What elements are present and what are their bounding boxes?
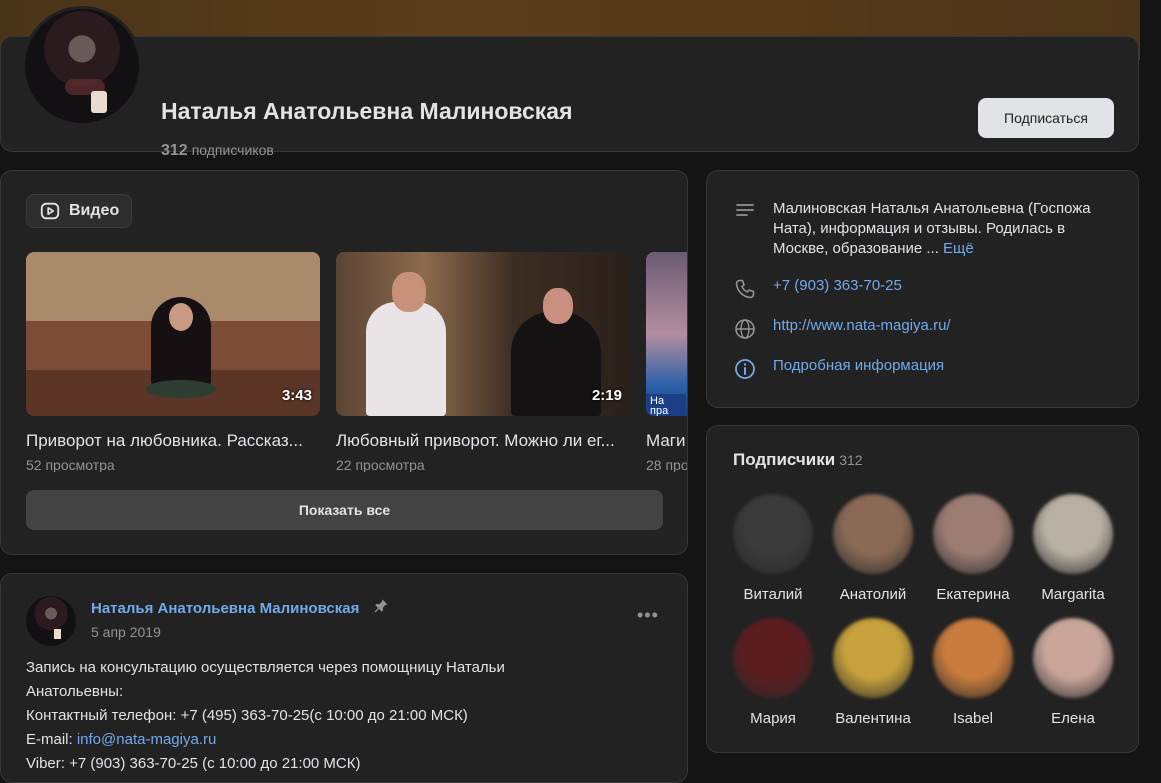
- video-thumbnail[interactable]: 2:19: [336, 252, 630, 416]
- email-link[interactable]: info@nata-magiya.ru: [77, 731, 216, 748]
- info-icon: [735, 359, 755, 379]
- phone-link[interactable]: +7 (903) 363-70-25: [773, 277, 902, 294]
- thumbnail-figure: [511, 288, 601, 416]
- follower-item[interactable]: Валентина: [825, 618, 921, 727]
- thumbnail-face: [169, 303, 193, 331]
- pin-icon: [374, 599, 388, 613]
- description-body: Малиновская Наталья Анатольевна (Госпожа…: [773, 200, 1091, 257]
- follower-name[interactable]: Isabel: [925, 710, 1021, 727]
- follower-avatar[interactable]: [733, 494, 813, 574]
- video-carousel: 3:43 Приворот на любовника. Рассказ... 5…: [26, 252, 688, 472]
- follower-avatar[interactable]: [1033, 618, 1113, 698]
- video-icon: [40, 202, 60, 220]
- follower-item[interactable]: Виталий: [725, 494, 821, 603]
- thumbnail-face: [392, 272, 426, 312]
- website-link[interactable]: http://www.nata-magiya.ru/: [773, 317, 951, 334]
- follower-item[interactable]: Мария: [725, 618, 821, 727]
- follower-avatar[interactable]: [833, 618, 913, 698]
- avatar-candle: [91, 91, 107, 113]
- post-author-avatar[interactable]: [26, 596, 76, 646]
- video-views: 22 просмотра: [336, 457, 425, 472]
- follower-item[interactable]: Margarita: [1025, 494, 1121, 603]
- post-email-line: E-mail: info@nata-magiya.ru: [26, 728, 666, 752]
- followers-title[interactable]: Подписчики 312: [733, 450, 863, 470]
- post-line: Viber: +7 (903) 363-70-25 (с 10:00 до 21…: [26, 755, 361, 772]
- email-label: E-mail:: [26, 731, 77, 748]
- follower-name[interactable]: Margarita: [1025, 586, 1121, 603]
- description-text: Малиновская Наталья Анатольевна (Госпожа…: [773, 199, 1093, 259]
- post-date[interactable]: 5 апр 2019: [91, 624, 161, 640]
- follower-avatar[interactable]: [1033, 494, 1113, 574]
- video-duration: 2:19: [591, 387, 622, 404]
- video-item[interactable]: 2:19 Любовный приворот. Можно ли ег... 2…: [336, 252, 630, 472]
- follower-name[interactable]: Екатерина: [925, 586, 1021, 603]
- follower-item[interactable]: Елена: [1025, 618, 1121, 727]
- more-options-icon[interactable]: •••: [637, 606, 659, 624]
- follower-avatar[interactable]: [933, 618, 1013, 698]
- videos-section: Видео 3:43 Приворот на любовника. Расска…: [0, 170, 688, 555]
- profile-name: Наталья Анатольевна Малиновская: [161, 98, 573, 124]
- follower-name[interactable]: Анатолий: [825, 586, 921, 603]
- subscribers-summary[interactable]: 312 подписчиков: [161, 142, 274, 160]
- follower-avatar[interactable]: [733, 618, 813, 698]
- follower-item[interactable]: Екатерина: [925, 494, 1021, 603]
- website-row: http://www.nata-magiya.ru/: [733, 317, 951, 341]
- description-row: Малиновская Наталья Анатольевна (Госпожа…: [733, 199, 1093, 259]
- subscribers-label: подписчиков: [191, 142, 274, 158]
- thumbnail-table: [146, 380, 216, 398]
- follower-avatar[interactable]: [833, 494, 913, 574]
- phone-row: +7 (903) 363-70-25: [733, 277, 902, 301]
- tv-caption: На пра: [646, 394, 686, 416]
- thumbnail-face: [543, 288, 573, 324]
- followers-count: 312: [839, 452, 863, 468]
- subscribe-button[interactable]: Подписаться: [978, 98, 1114, 138]
- subscribers-count: 312: [161, 142, 188, 159]
- followers-section: Подписчики 312 Виталий Анатолий Екатерина Ma…: [706, 425, 1139, 753]
- text-lines-icon: [736, 204, 754, 216]
- video-title[interactable]: Маги: [646, 431, 687, 451]
- video-item[interactable]: 3:43 Приворот на любовника. Рассказ... 5…: [26, 252, 320, 472]
- profile-info: Малиновская Наталья Анатольевна (Госпожа…: [706, 170, 1139, 408]
- videos-tab[interactable]: Видео: [26, 194, 133, 228]
- video-thumbnail[interactable]: 3:43: [26, 252, 320, 416]
- post-body: Запись на консультацию осуществляется че…: [26, 656, 666, 776]
- post-line: Запись на консультацию осуществляется че…: [26, 659, 505, 676]
- profile-header: Наталья Анатольевна Малиновская 312 подпи…: [0, 36, 1139, 159]
- followers-heading: Подписчики: [733, 450, 836, 469]
- video-views: 52 просмотра: [26, 457, 115, 472]
- avatar-candle: [54, 629, 61, 639]
- follower-avatar[interactable]: [933, 494, 1013, 574]
- follower-item[interactable]: Анатолий: [825, 494, 921, 603]
- video-duration: 3:43: [281, 387, 312, 404]
- follower-name[interactable]: Валентина: [825, 710, 921, 727]
- follower-item[interactable]: Isabel: [925, 618, 1021, 727]
- post-author-name[interactable]: Наталья Анатольевна Малиновская: [91, 600, 359, 617]
- page-gutter: [1140, 0, 1161, 768]
- show-all-videos-button[interactable]: Показать все: [26, 490, 663, 530]
- video-views: 28 про: [646, 457, 688, 472]
- profile-avatar[interactable]: [22, 6, 142, 126]
- follower-name[interactable]: Елена: [1025, 710, 1121, 727]
- thumbnail-figure: [366, 272, 446, 416]
- thumbnail-figure: [151, 297, 211, 387]
- details-link[interactable]: Подробная информация: [773, 357, 944, 374]
- follower-name[interactable]: Мария: [725, 710, 821, 727]
- globe-icon: [735, 319, 755, 339]
- videos-tab-label: Видео: [69, 202, 120, 219]
- phone-icon: [735, 279, 755, 299]
- video-title[interactable]: Любовный приворот. Можно ли ег...: [336, 431, 630, 451]
- post-line: Анатольевны:: [26, 683, 124, 700]
- follower-name[interactable]: Виталий: [725, 586, 821, 603]
- pinned-post: Наталья Анатольевна Малиновская 5 апр 20…: [0, 573, 688, 783]
- details-row: Подробная информация: [733, 357, 944, 381]
- post-line: Контактный телефон: +7 (495) 363-70-25(с…: [26, 707, 468, 724]
- more-link[interactable]: Ещё: [943, 240, 974, 257]
- video-thumbnail[interactable]: На пра: [646, 252, 687, 416]
- video-item[interactable]: На пра Маги 28 про: [646, 252, 688, 472]
- video-title[interactable]: Приворот на любовника. Рассказ...: [26, 431, 320, 451]
